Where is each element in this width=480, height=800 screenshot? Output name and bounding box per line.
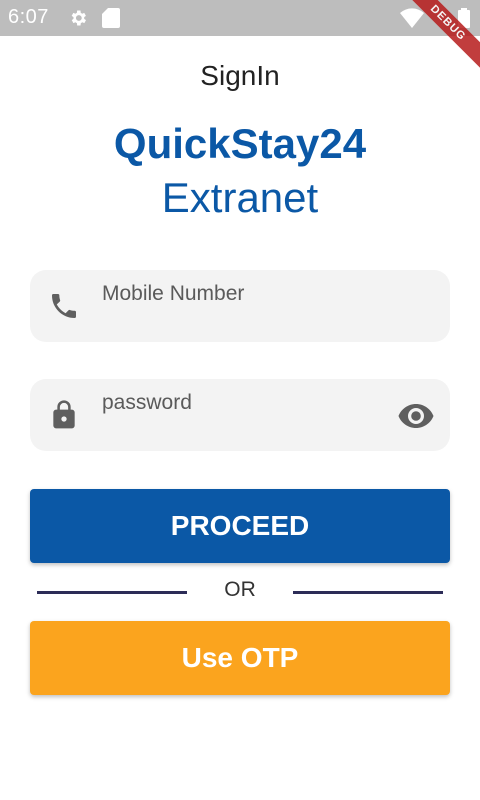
or-divider-label: OR [224, 578, 256, 601]
status-bar: 6:07 [0, 0, 480, 36]
wifi-icon [400, 8, 424, 28]
use-otp-button[interactable]: Use OTP [30, 621, 450, 695]
phone-icon [52, 294, 76, 318]
lock-icon [53, 400, 75, 429]
status-time: 6:07 [8, 6, 49, 28]
eye-icon[interactable] [398, 403, 434, 429]
mobile-number-placeholder: Mobile Number [102, 282, 245, 305]
page-title: SignIn [200, 60, 280, 91]
sd-card-icon [102, 8, 120, 28]
brand-subtitle: Extranet [161, 174, 319, 221]
password-field[interactable]: password [30, 379, 450, 451]
mobile-number-field[interactable]: Mobile Number [30, 270, 450, 342]
password-placeholder: password [102, 391, 192, 414]
divider-right [293, 591, 443, 594]
brand-name: QuickStay24 [113, 120, 367, 167]
settings-icon [71, 10, 86, 26]
proceed-button[interactable]: PROCEED [30, 489, 450, 563]
